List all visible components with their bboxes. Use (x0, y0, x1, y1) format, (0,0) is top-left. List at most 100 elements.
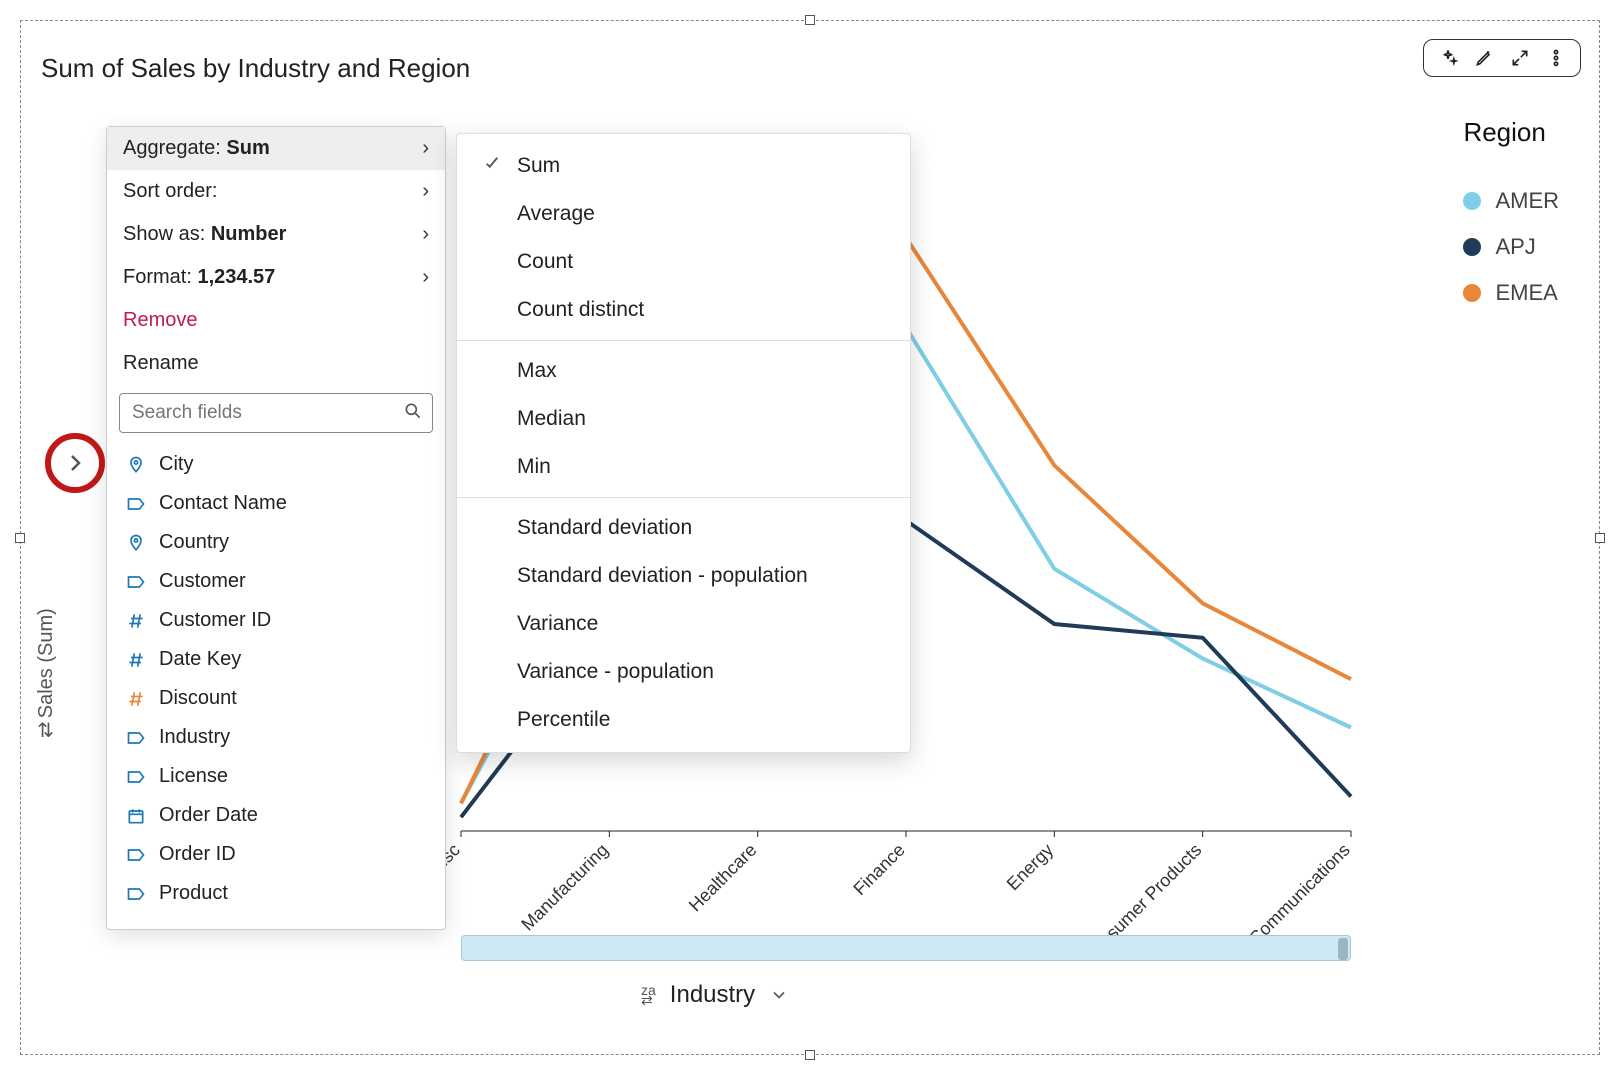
resize-handle-top[interactable] (805, 15, 815, 25)
chevron-right-icon: › (422, 137, 429, 160)
geo-pin-icon (125, 455, 147, 475)
aggregate-label: Percentile (517, 708, 610, 732)
x-tick-label: Finance (849, 840, 908, 899)
menu-show-as[interactable]: Show as: Number › (107, 213, 445, 256)
legend-item[interactable]: AMER (1463, 188, 1559, 214)
expand-button[interactable] (1508, 46, 1532, 70)
aggregate-label: Max (517, 359, 557, 383)
visual-toolbar (1423, 39, 1581, 77)
field-context-menu: Aggregate: Sum › Sort order: › Show as: … (106, 126, 446, 930)
menu-aggregate[interactable]: Aggregate: Sum › (107, 127, 445, 170)
autograph-button[interactable] (1436, 46, 1460, 70)
field-label: Country (159, 531, 229, 554)
visual-panel: Sum of Sales by Industry and Region ⇅Sal… (20, 20, 1600, 1055)
field-label: Customer ID (159, 609, 271, 632)
field-item[interactable]: Product (107, 874, 445, 913)
aggregate-option[interactable]: Standard deviation - population (457, 552, 910, 600)
legend: Region AMER APJ EMEA (1463, 117, 1559, 326)
field-label: City (159, 453, 193, 476)
field-item[interactable]: Discount (107, 679, 445, 718)
field-label: Contact Name (159, 492, 287, 515)
edit-button[interactable] (1472, 46, 1496, 70)
legend-item[interactable]: APJ (1463, 234, 1559, 260)
field-label: Order Date (159, 804, 258, 827)
tag-icon (125, 572, 147, 592)
field-item[interactable]: License (107, 757, 445, 796)
aggregate-option[interactable]: Min (457, 443, 910, 491)
aggregate-label: Median (517, 407, 586, 431)
aggregate-label: Min (517, 455, 551, 479)
field-item[interactable]: City (107, 445, 445, 484)
field-label: Discount (159, 687, 237, 710)
search-fields-input[interactable] (119, 393, 433, 433)
aggregate-option[interactable]: Count distinct (457, 286, 910, 334)
field-item[interactable]: Order ID (107, 835, 445, 874)
y-axis-label[interactable]: ⇅Sales (Sum) (33, 608, 58, 741)
field-item[interactable]: Customer ID (107, 601, 445, 640)
field-well-expand-button[interactable] (45, 433, 105, 493)
aggregate-option[interactable]: Sum (457, 142, 910, 190)
tag-icon (125, 728, 147, 748)
field-label: License (159, 765, 228, 788)
aggregate-label: Variance (517, 612, 598, 636)
tag-icon (125, 494, 147, 514)
calendar-icon (125, 806, 147, 826)
x-tick-label: Manufacturing (517, 840, 612, 935)
x-tick-label: Communications (1245, 840, 1354, 949)
chevron-down-icon (769, 985, 789, 1005)
field-label: Industry (159, 726, 230, 749)
x-tick-label: Healthcare (685, 840, 761, 916)
search-icon (403, 401, 423, 426)
menu-remove[interactable]: Remove (107, 299, 445, 342)
aggregate-option[interactable]: Variance (457, 600, 910, 648)
aggregate-submenu: Sum Average CountCount distinct Max Median Mi… (456, 133, 911, 753)
aggregate-option[interactable]: Median (457, 395, 910, 443)
geo-pin-icon (125, 533, 147, 553)
menu-separator (457, 497, 910, 498)
menu-format[interactable]: Format: 1,234.57 › (107, 256, 445, 299)
aggregate-option[interactable]: Max (457, 347, 910, 395)
chevron-right-icon: › (422, 223, 429, 246)
resize-handle-left[interactable] (15, 533, 25, 543)
x-tick-label: Energy (1003, 840, 1057, 894)
sort-icon: ⇅ (37, 718, 54, 743)
x-axis-scrollbar[interactable] (461, 935, 1351, 961)
legend-item[interactable]: EMEA (1463, 280, 1559, 306)
x-axis-label[interactable]: za⇄ Industry (641, 981, 789, 1009)
field-item[interactable]: Contact Name (107, 484, 445, 523)
checkmark-icon (483, 154, 503, 178)
chevron-right-icon: › (422, 266, 429, 289)
aggregate-label: Average (517, 202, 595, 226)
menu-sort-order[interactable]: Sort order: › (107, 170, 445, 213)
field-item[interactable]: Order Date (107, 796, 445, 835)
legend-title: Region (1463, 117, 1559, 148)
legend-swatch (1463, 238, 1481, 256)
menu-rename[interactable]: Rename (107, 342, 445, 385)
hash-icon (125, 611, 147, 631)
hash-icon (125, 689, 147, 709)
hash-icon (125, 650, 147, 670)
aggregate-label: Variance - population (517, 660, 714, 684)
scrollbar-thumb[interactable] (1338, 938, 1348, 960)
more-options-button[interactable] (1544, 46, 1568, 70)
field-label: Order ID (159, 843, 236, 866)
field-label: Date Key (159, 648, 241, 671)
aggregate-label: Standard deviation - population (517, 564, 808, 588)
field-item[interactable]: Date Key (107, 640, 445, 679)
menu-separator (457, 340, 910, 341)
aggregate-option[interactable]: Average (457, 190, 910, 238)
resize-handle-right[interactable] (1595, 533, 1605, 543)
field-label: Product (159, 882, 228, 905)
aggregate-option[interactable]: Count (457, 238, 910, 286)
aggregate-option[interactable]: Standard deviation (457, 504, 910, 552)
chevron-right-icon: › (422, 180, 429, 203)
tag-icon (125, 845, 147, 865)
resize-handle-bottom[interactable] (805, 1050, 815, 1060)
aggregate-option[interactable]: Variance - population (457, 648, 910, 696)
field-item[interactable]: Customer (107, 562, 445, 601)
aggregate-label: Sum (517, 154, 560, 178)
field-label: Customer (159, 570, 246, 593)
aggregate-option[interactable]: Percentile (457, 696, 910, 744)
field-item[interactable]: Industry (107, 718, 445, 757)
field-item[interactable]: Country (107, 523, 445, 562)
